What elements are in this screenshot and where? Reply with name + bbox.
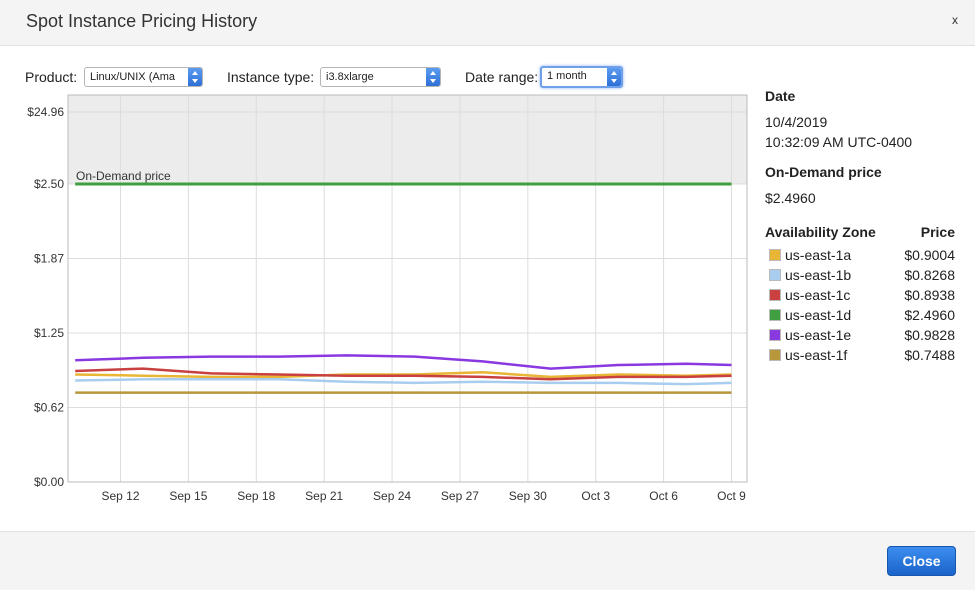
az-column-heading: Availability Zone [765,224,876,240]
on-demand-heading: On-Demand price [765,164,882,180]
az-row[interactable]: us-east-1b $0.8268 [765,265,955,285]
x-tick-label: Sep 18 [237,489,275,503]
x-tick-label: Oct 6 [649,489,678,503]
x-tick-label: Oct 9 [717,489,746,503]
date-heading: Date [765,88,796,104]
date-value: 10/4/2019 10:32:09 AM UTC-0400 [765,112,955,152]
az-name: us-east-1b [785,267,852,283]
legend-swatch [769,349,781,361]
date-range-select[interactable]: 1 month [540,66,623,88]
legend-swatch [769,289,781,301]
az-name: us-east-1a [785,247,852,263]
x-tick-label: Sep 15 [169,489,207,503]
az-price: $0.8938 [904,287,955,303]
on-demand-price: $2.4960 [765,190,816,206]
dialog-footer: Close [0,531,975,590]
dialog-title: Spot Instance Pricing History [26,11,258,31]
az-name: us-east-1f [785,347,848,363]
az-left: us-east-1a [765,247,851,263]
on-demand-annotation: On-Demand price [76,169,171,183]
price-history-chart[interactable]: $0.00 $0.62 $1.25 $1.87 $2.50 $24.96 Sep 12 Sep… [0,88,760,513]
az-left: us-east-1d [765,307,851,323]
date-range-select-value: 1 month [547,70,587,82]
product-select[interactable]: Linux/UNIX (Ama [84,67,203,87]
product-label: Product: [25,69,78,85]
y-tick-label: $0.62 [34,401,64,415]
y-tick-label: $2.50 [34,177,64,191]
price-details-panel: Date 10/4/2019 10:32:09 AM UTC-0400 On-D… [765,88,955,365]
legend-swatch [769,249,781,261]
y-tick-label: $24.96 [27,105,64,119]
instance-type-select[interactable]: i3.8xlarge [320,67,441,87]
x-tick-label: Sep 12 [101,489,139,503]
legend-swatch [769,309,781,321]
dialog-header: Spot Instance Pricing History x [0,0,975,46]
select-arrows-icon [607,68,621,86]
x-tick-label: Sep 21 [305,489,343,503]
az-name: us-east-1e [785,327,852,343]
price-column-heading: Price [920,224,955,240]
az-price: $0.7488 [904,347,955,363]
az-name: us-east-1d [785,307,852,323]
az-left: us-east-1b [765,267,851,283]
az-row[interactable]: us-east-1d $2.4960 [765,305,955,325]
close-button[interactable]: Close [887,546,956,576]
select-arrows-icon [188,68,202,86]
az-row[interactable]: us-east-1c $0.8938 [765,285,955,305]
az-table-header: Availability Zone Price [765,224,955,240]
az-left: us-east-1f [765,347,847,363]
x-tick-label: Sep 27 [441,489,479,503]
time-text: 10:32:09 AM UTC-0400 [765,134,913,150]
az-price: $0.9828 [904,327,955,343]
y-tick-label: $0.00 [34,475,64,489]
y-tick-label: $1.87 [34,252,64,266]
close-icon[interactable]: x [952,13,958,27]
y-tick-label: $1.25 [34,326,64,340]
az-row[interactable]: us-east-1e $0.9828 [765,325,955,345]
az-price: $0.9004 [904,247,955,263]
az-price: $0.8268 [904,267,955,283]
product-select-value: Linux/UNIX (Ama [90,71,175,83]
az-left: us-east-1e [765,327,851,343]
az-row[interactable]: us-east-1a $0.9004 [765,245,955,265]
date-text: 10/4/2019 [765,114,828,130]
az-name: us-east-1c [785,287,851,303]
x-tick-label: Sep 30 [509,489,547,503]
x-tick-label: Oct 3 [581,489,610,503]
az-row[interactable]: us-east-1f $0.7488 [765,345,955,365]
instance-type-select-value: i3.8xlarge [326,71,374,83]
instance-type-label: Instance type: [227,69,315,85]
az-price-list: us-east-1a $0.9004 us-east-1b $0.8268 us-eas… [765,245,955,365]
legend-swatch [769,269,781,281]
date-range-label: Date range: [465,69,539,85]
legend-swatch [769,329,781,341]
az-price: $2.4960 [904,307,955,323]
x-tick-label: Sep 24 [373,489,411,503]
az-left: us-east-1c [765,287,850,303]
select-arrows-icon [426,68,440,86]
